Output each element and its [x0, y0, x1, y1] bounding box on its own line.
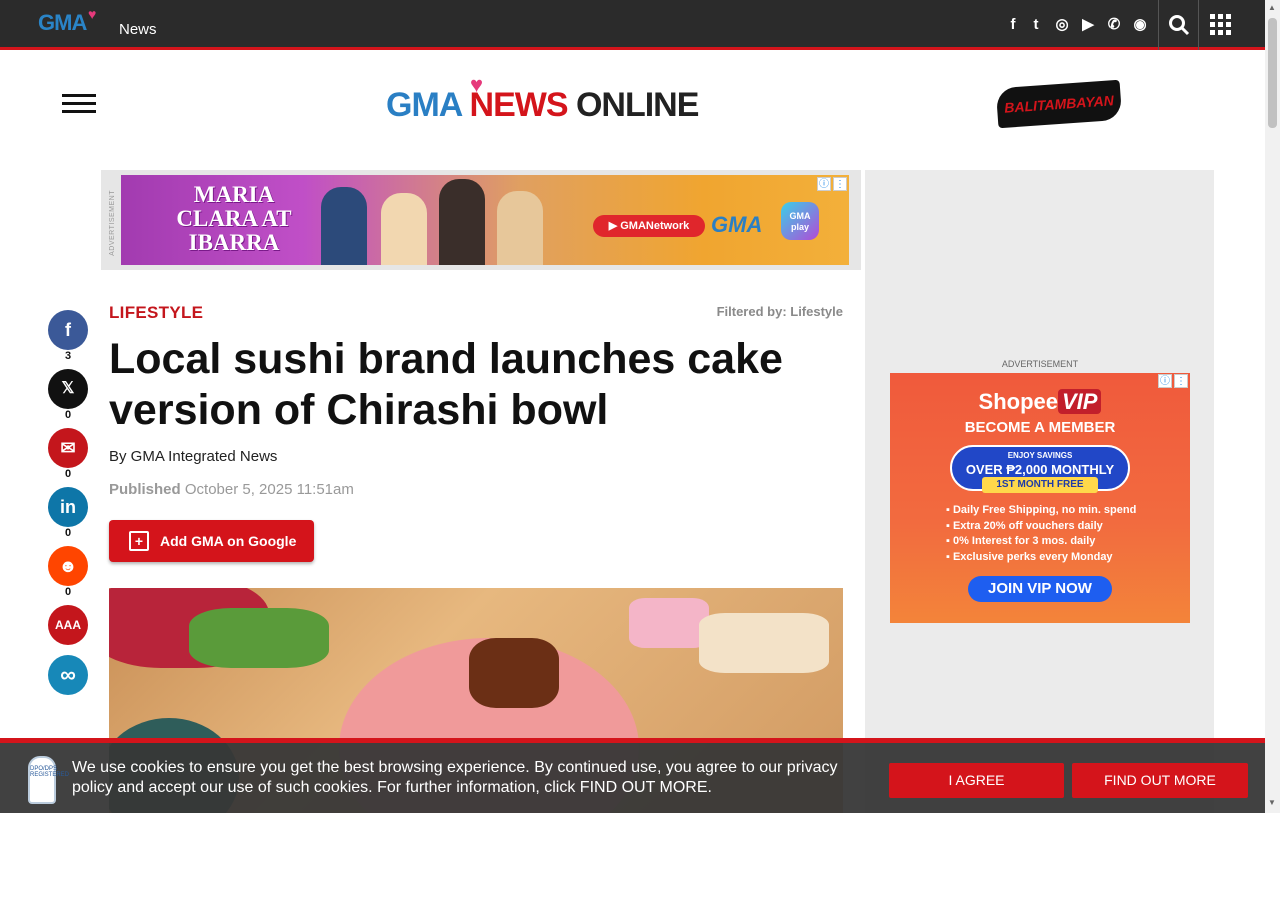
youtube-icon[interactable]: ▶ [1078, 15, 1098, 35]
adchoices-info-icon[interactable]: ⓘ [817, 177, 831, 191]
dpo-badge-icon: DPO/DPS REGISTERED [28, 756, 69, 804]
twitter-icon[interactable]: t [1026, 15, 1046, 35]
ad-gma-logo: GMA [711, 212, 763, 237]
scroll-up-arrow-icon[interactable]: ▲ [1268, 3, 1276, 12]
join-vip-button[interactable]: JOIN VIP NOW [968, 576, 1112, 602]
add-gma-on-google-label: Add GMA on Google [160, 533, 297, 549]
ad-perk-item: ▪ Extra 20% off vouchers daily [946, 519, 1103, 532]
facebook-share-count: 3 [64, 350, 72, 362]
viber-icon[interactable]: ✆ [1104, 15, 1124, 35]
published-label: Published [109, 481, 181, 498]
find-out-more-button[interactable]: FIND OUT MORE [1072, 763, 1248, 798]
gma-play-logo: GMA play [781, 202, 819, 240]
reddit-share-count: 0 [64, 586, 72, 598]
logo-gma-text: GMA [386, 86, 462, 124]
ad-more-icon[interactable]: ⋮ [833, 177, 847, 191]
logo-online-text: ONLINE [575, 86, 699, 124]
search-icon[interactable] [1168, 14, 1190, 36]
rss-icon[interactable]: ◉ [1130, 15, 1150, 35]
filtered-by-label: Filtered by: Lifestyle [716, 304, 843, 319]
ad-person-figure [439, 179, 485, 265]
topbar-divider [1158, 0, 1159, 50]
ad-label: ADVERTISEMENT [109, 190, 116, 256]
hero-unagi-shape [469, 638, 559, 708]
email-share-icon[interactable]: ✉ [48, 428, 88, 468]
add-source-icon: + [129, 531, 149, 551]
ad-more-icon[interactable]: ⋮ [1174, 374, 1188, 388]
cookie-message: We use cookies to ensure you get the bes… [72, 759, 838, 796]
ad-savings-value: OVER ₱2,000 MONTHLY [965, 462, 1115, 477]
top-section-label[interactable]: News [119, 21, 157, 38]
page-viewport: GMA ♥ News f t ◎ ▶ ✆ ◉ ▲ ▼ GMA NEWS ONLI… [0, 0, 1280, 813]
gma-logo[interactable]: GMA ♥ [38, 6, 96, 36]
ad-person-figure [381, 193, 427, 265]
hamburger-menu-icon[interactable] [62, 94, 96, 114]
gma-logo-text: GMA [38, 10, 87, 35]
email-share-count: 0 [64, 468, 72, 480]
apps-grid-icon[interactable] [1210, 14, 1232, 36]
linkedin-share-count: 0 [64, 527, 72, 539]
hero-sushi-shape [699, 613, 829, 673]
linkedin-share-icon[interactable]: in [48, 487, 88, 527]
hero-sushi-shape [629, 598, 709, 648]
ad-perk-item: ▪ Exclusive perks every Monday [946, 550, 1113, 563]
facebook-icon[interactable]: f [1003, 15, 1023, 35]
ad-banner-title: MARIA CLARA AT IBARRA [176, 182, 292, 255]
article-published: Published October 5, 2025 11:51am [109, 481, 354, 498]
facebook-share-icon[interactable]: f [48, 310, 88, 350]
ad-perks-list: ▪ Daily Free Shipping, no min. spend ▪ E… [946, 503, 1166, 565]
x-share-icon[interactable]: 𝕏 [48, 369, 88, 409]
ad-perk-item: ▪ Daily Free Shipping, no min. spend [946, 504, 1137, 516]
topbar-divider [1198, 0, 1199, 50]
adchoices-info-icon[interactable]: ⓘ [1158, 374, 1172, 388]
copy-link-icon[interactable]: ∞ [48, 655, 88, 695]
ad-person-figure [497, 191, 543, 265]
ad-savings-label: ENJOY SAVINGS [1007, 451, 1073, 460]
i-agree-button[interactable]: I AGREE [889, 763, 1064, 798]
ad-banner[interactable]: MARIA CLARA AT IBARRA ▶ GMANetwork GMA G… [121, 175, 849, 265]
balitambayan-logo[interactable]: BALITAMBAYAN [995, 79, 1123, 129]
add-gma-on-google-button[interactable]: + Add GMA on Google [109, 520, 314, 562]
hero-greens-shape [189, 608, 329, 668]
ad-banner-image [311, 175, 591, 265]
sidebar-ad-label: ADVERTISEMENT [1001, 359, 1079, 369]
shopee-vip-ad[interactable]: ⓘ ⋮ Shopee VIP BECOME A MEMBER ENJOY SAVI… [890, 373, 1190, 623]
ad-first-month-badge: 1ST MONTH FREE [982, 477, 1098, 493]
scroll-thumb[interactable] [1268, 18, 1277, 128]
logo-news-text: NEWS [469, 86, 569, 124]
ad-person-figure [321, 187, 367, 265]
cookie-consent-banner: DPO/DPS REGISTERED We use cookies to ens… [0, 738, 1265, 813]
ad-perk-item: ▪ 0% Interest for 3 mos. daily [946, 535, 1096, 547]
page-scrollbar[interactable]: ▲ ▼ [1265, 0, 1280, 813]
article-headline: Local sushi brand launches cake version … [109, 335, 783, 434]
font-size-icon[interactable]: AAA [48, 605, 88, 645]
reddit-share-icon[interactable]: ☻ [48, 546, 88, 586]
top-navbar: GMA ♥ News f t ◎ ▶ ✆ ◉ [0, 0, 1265, 50]
article-byline: By GMA Integrated News [109, 448, 278, 465]
article-section-label[interactable]: LIFESTYLE [109, 303, 203, 323]
youtube-gmanetwork-badge: ▶ GMANetwork [593, 215, 705, 237]
gma-news-online-logo[interactable]: GMA NEWS ONLINE [386, 86, 699, 126]
published-date: October 5, 2025 11:51am [184, 481, 354, 498]
ad-headline: BECOME A MEMBER [964, 419, 1116, 436]
shopee-vip-logo: Shopee VIP [890, 389, 1190, 415]
x-share-count: 0 [64, 409, 72, 421]
gma-heart-icon: ♥ [88, 6, 96, 22]
scroll-down-arrow-icon[interactable]: ▼ [1268, 798, 1276, 807]
instagram-icon[interactable]: ◎ [1052, 15, 1072, 35]
gma-heart-icon: ♥ [470, 72, 484, 97]
